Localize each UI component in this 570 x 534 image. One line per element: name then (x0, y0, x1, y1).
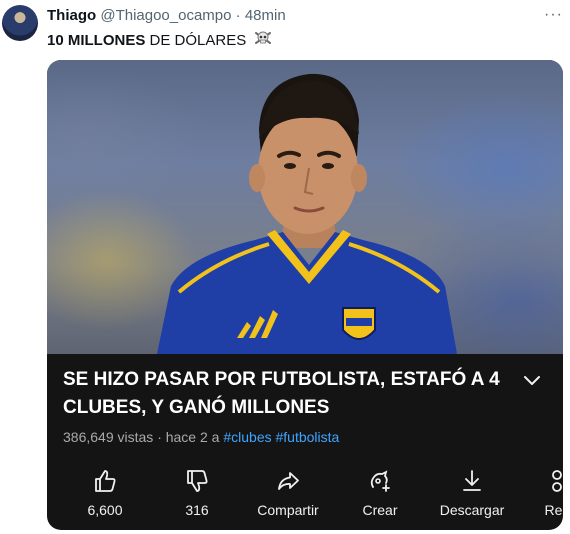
chevron-down-icon[interactable] (523, 374, 541, 393)
thumbs-up-icon (95, 470, 116, 492)
tweet-text-bold: 10 MILLONES (47, 32, 146, 49)
upload-age: · hace 2 a (157, 429, 220, 445)
download-icon (463, 470, 481, 491)
timestamp[interactable]: 48min (245, 7, 286, 24)
remix-icon (552, 470, 562, 492)
share-label: Compartir (257, 502, 319, 518)
hashtag-link[interactable]: #futbolista (276, 429, 340, 445)
create-label: Crear (362, 502, 398, 518)
hashtag-link[interactable]: #clubes (223, 429, 271, 445)
view-count: 386,649 vistas (63, 429, 154, 445)
display-name[interactable]: Thiago (47, 7, 96, 24)
skull-crossbones-icon (254, 29, 272, 53)
video-thumbnail[interactable] (47, 60, 563, 354)
remix-label: Rec (544, 502, 563, 518)
create-button[interactable]: Crear (340, 464, 420, 518)
like-button[interactable]: 6,600 (65, 464, 145, 518)
tweet-text: 10 MILLONES DE DÓLARES (47, 29, 272, 53)
video-title[interactable]: SE HIZO PASAR POR FUTBOLISTA, ESTAFÓ A 4… (63, 366, 513, 422)
tweet-header: Thiago @Thiagoo_ocampo · 48min (47, 7, 286, 25)
more-options-button[interactable]: ··· (544, 6, 563, 24)
create-icon (370, 470, 390, 492)
video-actions: 6,600 316 Compartir Crear Descargar Re (47, 464, 563, 530)
tweet-text-rest: DE DÓLARES (145, 32, 247, 49)
dislike-button[interactable]: 316 (157, 464, 237, 518)
video-meta: 386,649 vistas · hace 2 a #clubes #futbo… (63, 429, 339, 445)
share-button[interactable]: Compartir (248, 464, 328, 518)
thumbs-down-icon (187, 470, 208, 492)
video-card[interactable]: SE HIZO PASAR POR FUTBOLISTA, ESTAFÓ A 4… (47, 60, 563, 530)
avatar[interactable] (2, 5, 38, 41)
remix-button[interactable]: Rec (517, 464, 563, 518)
dislike-count: 316 (185, 502, 209, 518)
separator: · (235, 7, 241, 24)
download-label: Descargar (439, 502, 505, 518)
user-handle[interactable]: @Thiagoo_ocampo (100, 7, 231, 24)
share-icon (278, 472, 299, 490)
download-button[interactable]: Descargar (432, 464, 512, 518)
player-photo (157, 73, 457, 354)
like-count: 6,600 (87, 502, 123, 518)
